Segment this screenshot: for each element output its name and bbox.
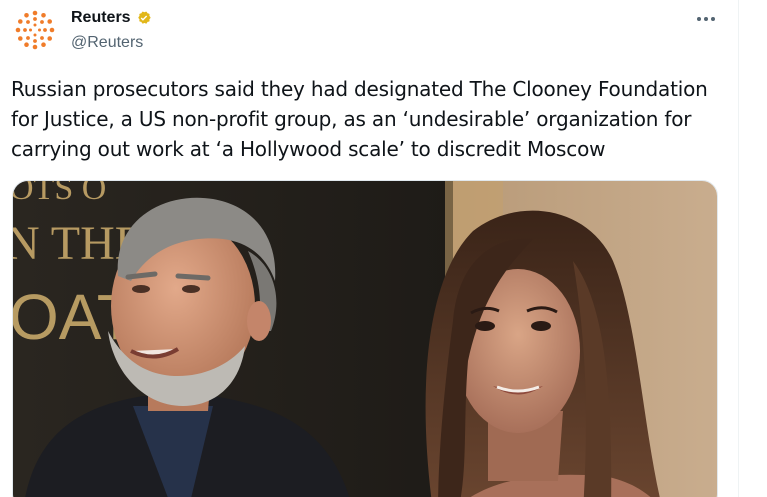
reuters-logo-icon bbox=[15, 10, 55, 50]
tweet-photo[interactable]: OTS O N THE OAT bbox=[12, 180, 718, 497]
tweet-text: Russian prosecutors said they had design… bbox=[11, 77, 708, 161]
photo-image: OTS O N THE OAT bbox=[13, 181, 717, 497]
account-handle[interactable]: @Reuters bbox=[71, 33, 143, 53]
more-horizontal-icon bbox=[697, 17, 715, 21]
display-name[interactable]: Reuters bbox=[71, 8, 131, 28]
column-divider bbox=[738, 0, 739, 497]
more-button[interactable] bbox=[692, 8, 720, 30]
account-name-row[interactable]: Reuters bbox=[71, 8, 153, 28]
verified-badge-icon bbox=[135, 9, 153, 27]
tweet-card: Reuters @Reuters Russian prosecutors sai… bbox=[0, 0, 767, 497]
backdrop-text-1: OTS O bbox=[13, 181, 106, 207]
avatar[interactable] bbox=[12, 8, 58, 54]
